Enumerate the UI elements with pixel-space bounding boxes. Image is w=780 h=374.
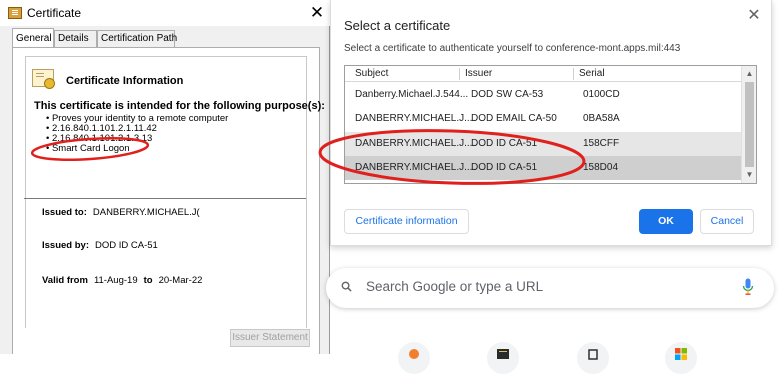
row-subject: DANBERRY.MICHAEL.J.... [355, 162, 476, 173]
row-issuer: DOD ID CA-51 [471, 138, 538, 149]
close-icon[interactable]: ✕ [307, 3, 327, 23]
valid-from-label: Valid from [42, 275, 88, 286]
row-subject: Danberry.Michael.J.544... [355, 89, 469, 100]
issued-to-label: Issued to: [42, 207, 87, 218]
microsoft-icon [675, 348, 687, 360]
table-row-selected[interactable]: DANBERRY.MICHAEL.J.... DOD ID CA-51 158D… [345, 156, 741, 180]
scrollbar-thumb[interactable] [745, 82, 754, 167]
dialog-title: Select a certificate [344, 18, 451, 33]
issued-to-value: DANBERRY.MICHAEL.J( [92, 207, 200, 218]
shortcut-tile[interactable] [665, 342, 697, 374]
row-serial: 158D04 [583, 162, 619, 173]
scroll-down-icon[interactable]: ▼ [742, 168, 756, 182]
close-icon[interactable]: ✕ [745, 7, 763, 25]
table-row[interactable]: DANBERRY.MICHAEL.J.... DOD EMAIL CA-50 0… [345, 107, 741, 131]
row-serial: 0100CD [583, 89, 620, 100]
row-subject: DANBERRY.MICHAEL.J.... [355, 113, 476, 124]
column-subject[interactable]: Subject [355, 66, 388, 82]
divider [24, 198, 306, 199]
column-issuer[interactable]: Issuer [465, 66, 492, 82]
certificate-info-heading: Certificate Information [66, 75, 184, 87]
shortcut-tile[interactable] [398, 342, 430, 374]
tab-general[interactable]: General [12, 28, 54, 48]
row-issuer: DOD EMAIL CA-50 [471, 113, 557, 124]
column-divider [459, 68, 460, 80]
scroll-up-icon[interactable]: ▲ [742, 67, 756, 81]
search-placeholder: Search Google or type a URL [366, 279, 544, 294]
issued-by-label: Issued by: [42, 240, 89, 251]
row-issuer: DOD SW CA-53 [471, 89, 544, 100]
certificate-info-box: Certificate Information This certificate… [25, 56, 325, 328]
cancel-button[interactable]: Cancel [700, 209, 754, 234]
purpose-item-smart-card-logon: Smart Card Logon [46, 144, 228, 154]
issuer-statement-button[interactable]: Issuer Statement [230, 329, 310, 347]
shortcut-tile[interactable] [487, 342, 519, 374]
select-certificate-dialog: Select a certificate ✕ Select a certific… [330, 0, 772, 246]
valid-to-value: 20-Mar-22 [158, 275, 203, 286]
microphone-icon[interactable] [742, 278, 754, 296]
purpose-list: Proves your identity to a remote compute… [46, 114, 228, 154]
shortcut-tile[interactable] [577, 342, 609, 374]
general-tab-panel: Certificate Information This certificate… [12, 47, 325, 354]
tab-certification-path[interactable]: Certification Path [97, 30, 177, 47]
issued-by-value: DOD ID CA-51 [95, 240, 158, 251]
validity-field: Valid from 11-Aug-19 to 20-Mar-22 [42, 275, 202, 286]
shortcut-icon [409, 349, 419, 359]
valid-to-label: to [143, 275, 153, 286]
ok-button[interactable]: OK [639, 209, 693, 234]
valid-from-value: 11-Aug-19 [93, 275, 138, 286]
table-header: Subject Issuer Serial [345, 66, 741, 82]
shortcut-icon [588, 349, 598, 360]
certificate-titlebar: Certificate ✕ [0, 0, 330, 26]
certificate-icon [32, 69, 55, 89]
row-serial: 158CFF [583, 138, 620, 149]
table-row[interactable]: Danberry.Michael.J.544... DOD SW CA-53 0… [345, 83, 741, 107]
row-subject: DANBERRY.MICHAEL.J.... [355, 138, 476, 149]
column-divider [573, 68, 574, 80]
issued-by-field: Issued by: DOD ID CA-51 [42, 240, 158, 251]
certificate-window: Certificate ✕ General Details Certificat… [0, 0, 330, 354]
search-box[interactable]: Search Google or type a URL [326, 268, 774, 308]
purpose-heading: This certificate is intended for the fol… [34, 100, 325, 112]
shortcut-icon [497, 349, 509, 359]
certificate-window-title: Certificate [27, 6, 82, 20]
certificate-table: Subject Issuer Serial Danberry.Michael.J… [344, 65, 757, 184]
dialog-subtitle: Select a certificate to authenticate you… [344, 43, 681, 54]
table-row[interactable]: DANBERRY.MICHAEL.J.... DOD ID CA-51 158C… [345, 132, 741, 156]
search-icon [341, 281, 352, 292]
issued-to-field: Issued to: DANBERRY.MICHAEL.J( [42, 207, 200, 218]
column-serial[interactable]: Serial [579, 66, 605, 82]
row-issuer: DOD ID CA-51 [471, 162, 538, 173]
certificate-information-button[interactable]: Certificate information [344, 209, 469, 234]
certificate-app-icon [8, 7, 22, 19]
tab-details[interactable]: Details [54, 30, 97, 47]
row-serial: 0BA58A [583, 113, 620, 124]
table-scrollbar[interactable]: ▲ ▼ [741, 66, 756, 183]
